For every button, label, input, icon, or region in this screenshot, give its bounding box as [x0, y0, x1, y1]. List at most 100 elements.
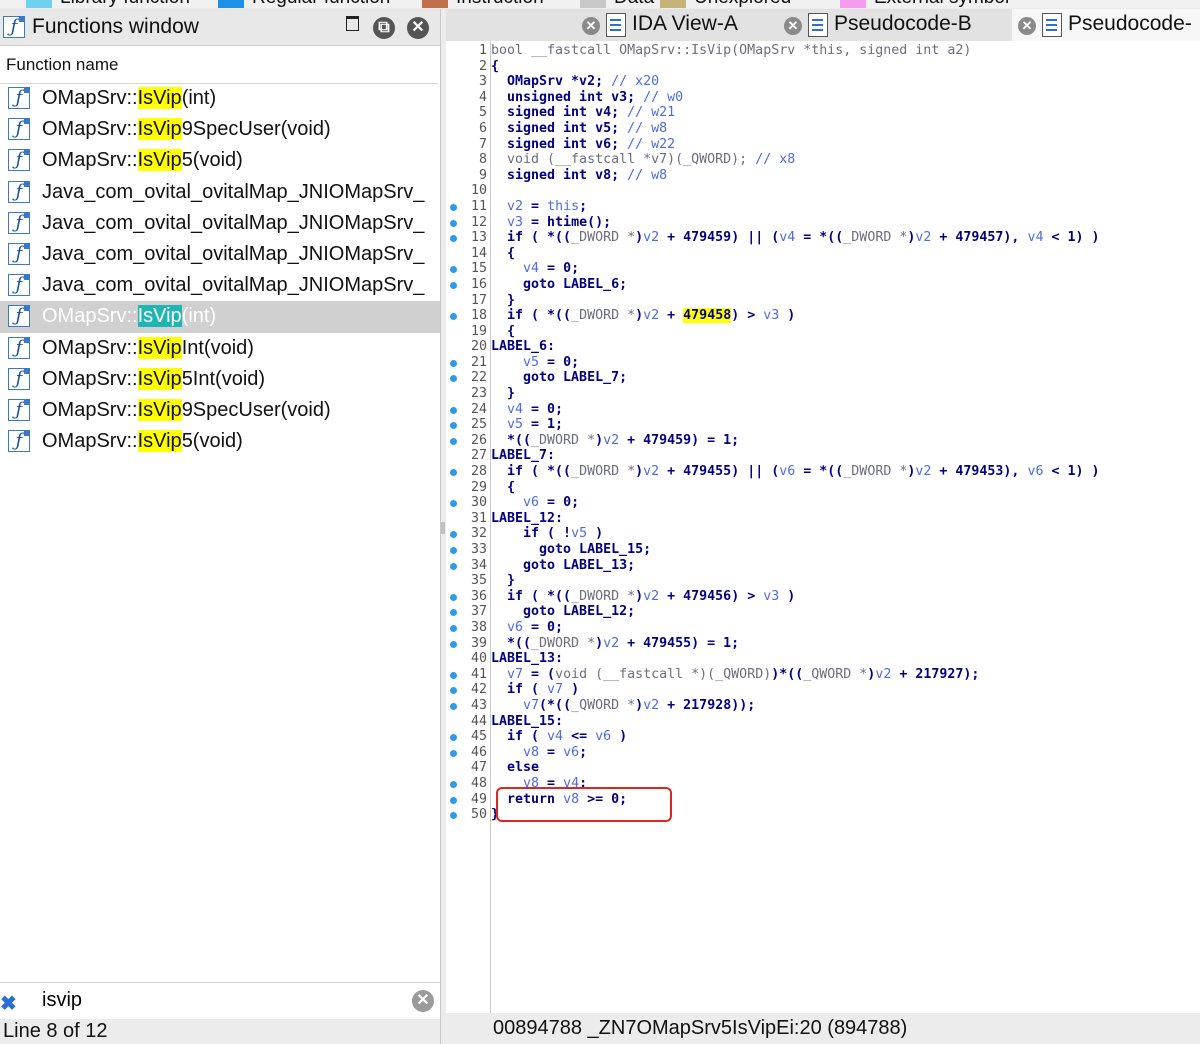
code-line[interactable]: 29 { [471, 479, 1200, 496]
code-line[interactable]: 25 v5 = 1; [450, 417, 1200, 433]
breakpoint-dot-icon[interactable] [450, 437, 457, 445]
code-line[interactable]: 34 goto LABEL_13; [450, 558, 1200, 574]
breakpoint-dot-icon[interactable] [450, 547, 457, 554]
code-line[interactable]: 39 *((_DWORD *)v2 + 479455) = 1; [450, 636, 1200, 652]
close-icon[interactable]: ✕ [407, 17, 429, 39]
code-line[interactable]: 10 [471, 183, 1200, 199]
code-line[interactable]: 28 if ( *((_DWORD *)v2 + 479455) || (v6 … [450, 464, 1200, 480]
code-line[interactable]: 17 } [471, 293, 1200, 309]
breakpoint-dot-icon[interactable] [450, 469, 457, 477]
column-header-function-name[interactable]: Function name [0, 49, 438, 84]
legend-label: Data [614, 0, 654, 8]
function-name: OMapSrv::IsVip(int) [42, 87, 217, 109]
code-text: void (__fastcall *v7)(_QWORD); // x8 [491, 152, 796, 168]
code-line[interactable]: 27 LABEL_7: [471, 448, 1200, 464]
code-line[interactable]: 6 signed int v5; // w8 [479, 121, 1200, 137]
code-line[interactable]: 33 goto LABEL_15; [450, 542, 1200, 558]
tab-ida-view-a[interactable]: ✕ IDA View-A [582, 9, 772, 41]
code-line[interactable]: 12 v3 = htime(); [450, 215, 1200, 231]
breakpoint-dot-icon[interactable] [450, 281, 457, 289]
code-text: if ( v4 <= v6 ) [491, 729, 628, 745]
code-line[interactable]: 18 if ( *((_DWORD *)v2 + 479458) > v3 ) [450, 308, 1200, 324]
breakpoint-dot-icon[interactable] [450, 593, 457, 601]
restore-icon[interactable]: ⧉ [373, 17, 395, 39]
splitter-grip[interactable] [441, 522, 445, 534]
code-line[interactable]: 20 LABEL_6: [471, 339, 1200, 355]
search-filter-icon[interactable]: ✖ [0, 991, 17, 1016]
code-line[interactable]: 1 bool __fastcall OMapSrv::IsVip(OMapSrv … [479, 43, 1200, 59]
code-line[interactable]: 32 if ( !v5 ) [450, 526, 1200, 542]
breakpoint-dot-icon[interactable] [450, 359, 457, 367]
pseudocode-text[interactable]: 1 bool __fastcall OMapSrv::IsVip(OMapSrv … [450, 43, 1200, 823]
breakpoint-dot-icon[interactable] [450, 640, 457, 648]
breakpoint-dot-icon[interactable] [450, 749, 457, 757]
function-list-item[interactable]: ƒ Java_com_ovital_ovitalMap_JNIOMapSrv_ [0, 270, 440, 301]
code-line[interactable]: 35 } [471, 573, 1200, 589]
breakpoint-dot-icon[interactable] [450, 702, 457, 710]
code-line[interactable]: 26 *((_DWORD *)v2 + 479459) = 1; [450, 433, 1200, 449]
code-line[interactable]: 3 OMapSrv *v2; // x20 [479, 74, 1200, 90]
code-line[interactable]: 19 { [471, 324, 1200, 340]
function-list-item[interactable]: ƒ OMapSrv::IsVip(int) [0, 301, 440, 333]
code-line[interactable]: 42 if ( v7 ) [450, 682, 1200, 698]
code-line[interactable]: 38 v6 = 0; [450, 620, 1200, 636]
breakpoint-dot-icon[interactable] [450, 671, 457, 679]
code-line[interactable]: 47 else [471, 760, 1200, 776]
code-line[interactable]: 45 if ( v4 <= v6 ) [450, 729, 1200, 745]
function-list-item[interactable]: ƒ OMapSrv::IsVip5(void) [0, 426, 440, 457]
tab-close-icon[interactable]: ✕ [784, 17, 802, 35]
code-line[interactable]: 43 v7(*((_QWORD *)v2 + 217928)); [450, 698, 1200, 714]
code-line[interactable]: 2{ [479, 59, 1200, 75]
code-line[interactable]: 8 void (__fastcall *v7)(_QWORD); // x8 [479, 152, 1200, 168]
function-list-item[interactable]: ƒ OMapSrv::IsVip(int) [0, 83, 440, 114]
tab-label: Pseudocode-B [834, 12, 972, 35]
code-line[interactable]: 4 unsigned int v3; // w0 [479, 90, 1200, 106]
function-list-item[interactable]: ƒ OMapSrv::IsVip9SpecUser(void) [0, 395, 440, 426]
code-line[interactable]: 37 goto LABEL_12; [450, 604, 1200, 620]
search-bar: ✖ ✕ [0, 982, 440, 1019]
code-line[interactable]: 9 signed int v8; // w8 [479, 168, 1200, 184]
code-line[interactable]: 5 signed int v4; // w21 [479, 105, 1200, 121]
code-line[interactable]: 7 signed int v6; // w22 [479, 137, 1200, 153]
breakpoint-dot-icon[interactable] [450, 796, 457, 804]
function-list-item[interactable]: ƒ OMapSrv::IsVip5Int(void) [0, 364, 440, 395]
code-line[interactable]: 44 LABEL_15: [471, 714, 1200, 730]
code-line[interactable]: 14 { [471, 246, 1200, 262]
breakpoint-dot-icon[interactable] [450, 562, 457, 570]
code-line[interactable]: 23 } [471, 386, 1200, 402]
code-line[interactable]: 16 goto LABEL_6; [450, 277, 1200, 293]
search-input[interactable] [36, 987, 408, 1013]
function-list-item[interactable]: ƒ OMapSrv::IsVipInt(void) [0, 333, 440, 364]
code-line[interactable]: 15 v4 = 0; [450, 261, 1200, 277]
code-line[interactable]: 24 v4 = 0; [450, 402, 1200, 418]
function-list-item[interactable]: ƒ OMapSrv::IsVip9SpecUser(void) [0, 114, 440, 145]
function-list-item[interactable]: ƒ Java_com_ovital_ovitalMap_JNIOMapSrv_ [0, 239, 440, 270]
clear-search-icon[interactable]: ✕ [412, 990, 434, 1012]
pseudocode-view[interactable]: 1 bool __fastcall OMapSrv::IsVip(OMapSrv … [446, 41, 1200, 1013]
code-line[interactable]: 21 v5 = 0; [450, 355, 1200, 371]
maximize-icon[interactable] [346, 16, 359, 31]
code-line[interactable]: 13 if ( *((_DWORD *)v2 + 479459) || (v4 … [450, 230, 1200, 246]
code-text: { [491, 479, 516, 495]
code-line[interactable]: 40 LABEL_13: [471, 651, 1200, 667]
code-line[interactable]: 41 v7 = (void (__fastcall *)(_QWORD))*((… [450, 667, 1200, 683]
breakpoint-dot-icon[interactable] [450, 203, 457, 211]
breakpoint-dot-icon[interactable] [450, 219, 457, 227]
function-list-item[interactable]: ƒ Java_com_ovital_ovitalMap_JNIOMapSrv_ [0, 208, 440, 239]
code-line[interactable]: 36 if ( *((_DWORD *)v2 + 479456) > v3 ) [450, 589, 1200, 605]
code-line[interactable]: 22 goto LABEL_7; [450, 370, 1200, 386]
function-list-item[interactable]: ƒ OMapSrv::IsVip5(void) [0, 145, 440, 176]
tab-close-icon[interactable]: ✕ [582, 17, 600, 35]
code-line[interactable]: 30 v6 = 0; [450, 495, 1200, 511]
code-line[interactable]: 31 LABEL_12: [471, 511, 1200, 527]
code-line[interactable]: 11 v2 = this; [450, 199, 1200, 215]
breakpoint-dot-icon[interactable] [450, 780, 457, 788]
tab-close-icon[interactable]: ✕ [1018, 17, 1036, 35]
breakpoint-dot-icon[interactable] [450, 624, 457, 632]
breakpoint-dot-icon[interactable] [450, 406, 457, 414]
code-line[interactable]: 46 v8 = v6; [450, 745, 1200, 761]
function-list-item[interactable]: ƒ Java_com_ovital_ovitalMap_JNIOMapSrv_ [0, 177, 440, 208]
tab-pseudocode-active[interactable]: ✕ Pseudocode- [1012, 9, 1200, 41]
tab-pseudocode-b[interactable]: ✕ Pseudocode-B [784, 9, 999, 41]
function-name: OMapSrv::IsVip5(void) [42, 430, 243, 453]
